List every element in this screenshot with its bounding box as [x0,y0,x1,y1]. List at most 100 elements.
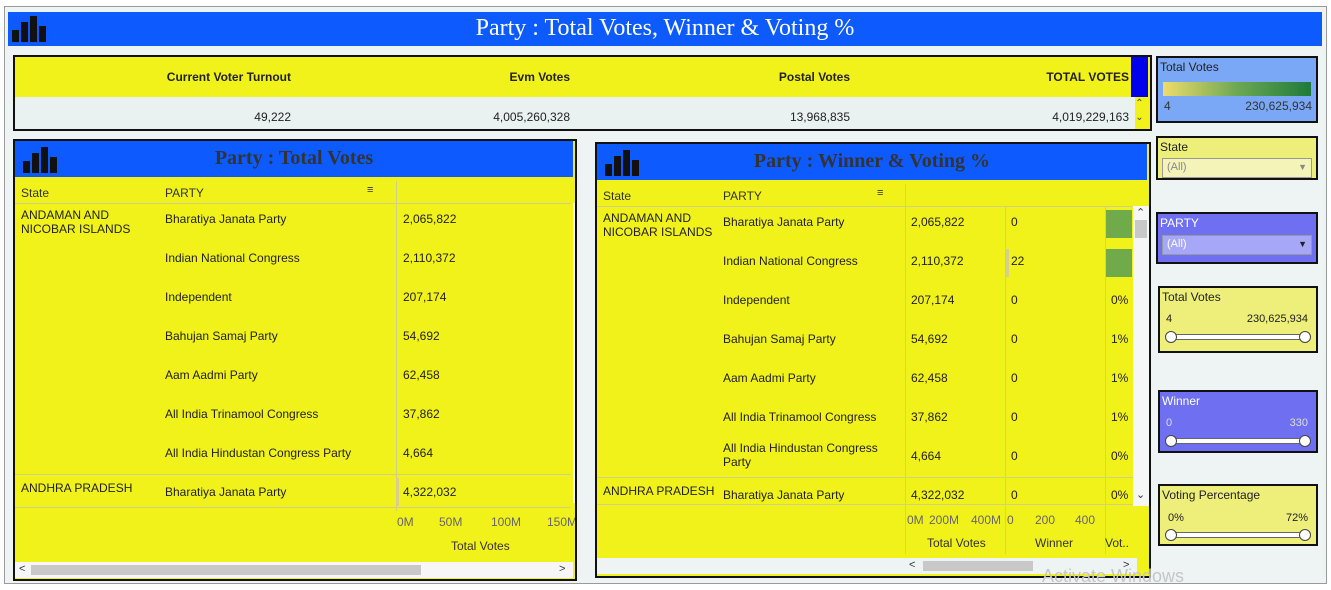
voting-pct-range-track[interactable] [1165,529,1311,541]
total-votes-range-track[interactable] [1165,331,1311,343]
slider-winner-max: 330 [1289,417,1308,429]
left-panel-title: Party : Total Votes [214,147,374,169]
cell-total-votes: 62,458 [403,368,440,382]
axis-label-total-votes: Total Votes [451,539,510,553]
cell-voting-pct: 1% [1111,332,1129,346]
cell-winner: 0 [1011,293,1018,307]
kpi-header-row: Current Voter Turnout Evm Votes Postal V… [15,57,1135,97]
axis-tick: 400 [1075,513,1096,527]
cell-party: Bharatiya Janata Party [165,485,287,499]
scroll-down-icon[interactable]: ⌄ [1136,488,1145,501]
legend-color-gradient [1163,82,1311,96]
voting-pct-bar [1106,210,1132,238]
range-min-handle[interactable] [1165,529,1177,541]
axis-label-total-votes: Total Votes [927,536,986,550]
cell-winner: 0 [1011,371,1018,385]
kpi-value-turnout: 49,222 [254,110,291,124]
scroll-thumb[interactable] [575,217,577,235]
cell-total-votes: 2,065,822 [911,215,965,229]
cell-total-votes: 2,110,372 [911,254,964,268]
axis-tick: 100M [491,515,522,529]
cell-party: Bharatiya Janata Party [723,488,845,502]
cell-party: All India Hindustan Congress Party [723,441,878,469]
right-panel-header: Party : Winner & Voting % [597,144,1147,180]
axis-tick: 200 [1035,513,1056,527]
cell-state: ANDAMAN AND NICOBAR ISLANDS [603,211,713,239]
sort-icon[interactable]: ≡ [877,187,883,199]
sort-icon[interactable]: ≡ [367,184,373,196]
cell-winner: 0 [1011,449,1018,463]
state-dropdown-value: (All) [1167,161,1187,173]
scroll-left-icon[interactable]: < [19,563,25,575]
range-max-handle[interactable] [1299,331,1311,343]
cell-party: Independent [165,290,232,304]
range-max-handle[interactable] [1299,529,1311,541]
kpi-value-total: 4,019,229,163 [1052,110,1129,124]
left-horizontal-scrollbar[interactable]: < > [15,562,573,578]
cell-party: All India Trinamool Congress [723,410,877,424]
voting-pct-bar [1106,249,1132,277]
range-min-handle[interactable] [1165,435,1177,447]
kpi-header-total: TOTAL VOTES [1046,70,1129,84]
cell-total-votes: 37,862 [911,410,948,424]
slider-voting-percentage: Voting Percentage 0% 72% [1158,484,1318,546]
scroll-thumb[interactable] [31,565,421,575]
axis-tick: 150M [547,515,577,529]
cell-party: All India Trinamool Congress [165,407,319,421]
scroll-down-icon[interactable]: ⌄ [576,485,577,498]
chevron-down-icon[interactable]: ▼ [1298,239,1307,249]
scroll-right-icon[interactable]: > [559,563,565,575]
axis-label-voting-pct: Vot.. [1105,536,1130,550]
cell-party: Aam Aadmi Party [165,368,258,382]
party-dropdown[interactable]: (All) ▼ [1162,235,1312,255]
scroll-down-icon[interactable]: ⌄ [1131,111,1148,125]
dashboard-title: Party : Total Votes, Winner & Voting % [475,15,855,41]
legend-min: 4 [1164,99,1171,113]
scroll-left-icon[interactable]: < [909,559,915,571]
kpi-summary: Current Voter Turnout Evm Votes Postal V… [13,55,1152,131]
scroll-up-icon[interactable]: ⌃ [1136,206,1145,219]
cell-party: Indian National Congress [723,254,858,268]
right-panel-title: Party : Winner & Voting % [753,150,991,172]
legend-total-votes: Total Votes 4 230,625,934 [1156,56,1318,123]
cell-state: ANDHRA PRADESH [21,481,133,495]
slider-winner-label: Winner [1162,394,1201,408]
cell-voting-pct: 1% [1111,410,1129,424]
cell-total-votes: 4,322,032 [403,485,457,499]
cell-total-votes: 207,174 [403,290,447,304]
scroll-thumb[interactable] [923,561,1033,571]
cell-total-votes: 4,322,032 [911,488,965,502]
slider-total-votes-min: 4 [1166,313,1173,325]
right-winner-voting-panel: Party : Winner & Voting % State PARTY ≡ … [595,142,1151,578]
axis-tick: 0 [1007,513,1014,527]
cell-total-votes: 54,692 [403,329,440,343]
scroll-up-icon[interactable]: ⌃ [576,203,577,216]
cell-total-votes: 62,458 [911,371,948,385]
range-min-handle[interactable] [1165,331,1177,343]
kpi-value-row: 49,222 4,005,260,328 13,968,835 4,019,22… [15,97,1135,129]
cell-state: ANDHRA PRADESH [603,484,715,498]
kpi-header-turnout: Current Voter Turnout [166,70,291,84]
cell-voting-pct: 0% [1111,293,1129,307]
cell-total-votes: 4,664 [403,446,434,460]
right-vertical-scrollbar[interactable]: ⌃ ⌄ [1133,206,1149,506]
scroll-thumb[interactable] [1135,220,1147,238]
kpi-scrollbar[interactable]: ⌃ ⌄ [1131,97,1148,129]
left-vertical-scrollbar[interactable]: ⌃ ⌄ [573,203,577,503]
slider-voting-pct-max: 72% [1285,512,1308,524]
slider-total-votes-max: 230,625,934 [1246,313,1308,325]
column-header-party: PARTY [165,186,204,200]
range-max-handle[interactable] [1299,435,1311,447]
cell-total-votes: 4,664 [911,449,942,463]
slider-winner-min: 0 [1166,417,1173,429]
winner-range-track[interactable] [1165,435,1311,447]
cell-total-votes: 54,692 [911,332,948,346]
scroll-up-icon[interactable]: ⌃ [1131,97,1148,111]
column-header-state: State [21,186,50,200]
cell-total-votes: 2,110,372 [403,251,456,265]
chevron-down-icon[interactable]: ▼ [1298,162,1307,172]
slider-voting-pct-min: 0% [1168,512,1184,524]
legend-label: Total Votes [1160,60,1219,74]
cell-state: ANDAMAN AND NICOBAR ISLANDS [21,208,131,236]
state-dropdown[interactable]: (All) ▼ [1162,158,1312,178]
